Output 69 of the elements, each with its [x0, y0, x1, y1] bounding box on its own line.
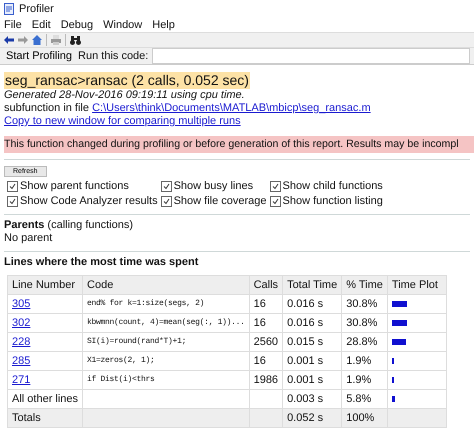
checkbox[interactable] — [7, 181, 18, 192]
checkbox[interactable] — [160, 181, 172, 192]
option-label: Show child functions — [282, 180, 383, 193]
table-cell: Totals — [8, 408, 83, 428]
table-cell: 30.8% — [342, 314, 388, 332]
code-cell: SI(i)=round(rand*T)+1; — [82, 332, 250, 352]
table-cell: 0.001 s — [282, 370, 342, 390]
option-label: Show function listing — [282, 195, 383, 208]
table-cell: 28.8% — [342, 332, 388, 352]
line-number-link[interactable]: 302 — [12, 317, 30, 329]
back-arrow-icon[interactable] — [4, 36, 14, 44]
table-cell: 0.016 s — [282, 294, 342, 314]
window-title: Profiler — [19, 3, 54, 15]
column-header: Time Plot — [387, 276, 446, 294]
code-cell: end% for k=1:size(segs, 2) — [82, 294, 250, 314]
line-number-link[interactable]: 305 — [12, 298, 30, 310]
line-number-link[interactable]: 228 — [12, 336, 30, 348]
generated-text: Generated 28-Nov-2016 09:19:11 using cpu time. — [4, 89, 246, 102]
section-title: Lines where the most time was spent — [4, 256, 200, 269]
subfunction-text: subfunction in file — [4, 102, 89, 114]
table-cell: 1.9% — [342, 352, 388, 370]
checkbox[interactable] — [270, 181, 281, 192]
checkbox[interactable] — [7, 196, 18, 207]
option-label: Show busy lines — [174, 180, 254, 193]
code-cell: if Dist(i)<thrs — [82, 370, 250, 390]
binoculars-icon[interactable] — [70, 36, 81, 44]
table-cell: 16 — [249, 314, 283, 332]
line-number-link[interactable]: 285 — [12, 355, 30, 367]
column-header: Total Time — [282, 276, 342, 294]
column-header: Code — [82, 276, 250, 294]
parents-subtitle: (calling functions) — [47, 219, 134, 231]
menu-item[interactable]: Help — [152, 19, 175, 31]
line-number-link[interactable]: 271 — [12, 374, 30, 386]
table-cell: 0.015 s — [282, 332, 342, 352]
column-header: % Time — [342, 276, 388, 294]
start-profiling-button[interactable]: Start Profiling — [4, 50, 74, 62]
menu-item[interactable]: Edit — [32, 19, 51, 31]
code-cell: X1=zeros(2, 1); — [82, 352, 250, 370]
table-cell: 0.052 s — [282, 408, 342, 428]
table-cell: 100% — [342, 408, 388, 428]
table-cell: 2560 — [249, 332, 283, 352]
table-cell: 1.9% — [342, 370, 388, 390]
report-heading: seg_ransac>ransac (2 calls, 0.052 sec) — [4, 72, 250, 89]
menu-item[interactable]: File — [4, 19, 22, 31]
table-cell: 16 — [249, 352, 283, 370]
option-label: Show file coverage — [174, 195, 267, 208]
parents-title: Parents — [4, 219, 44, 231]
checkbox[interactable] — [270, 196, 281, 207]
checkbox[interactable] — [160, 196, 172, 207]
home-icon[interactable] — [32, 35, 42, 45]
table-cell: 16 — [249, 294, 283, 314]
menu-item[interactable]: Window — [103, 19, 142, 31]
table-cell: 0.001 s — [282, 352, 342, 370]
no-parent-text: No parent — [4, 232, 54, 245]
table-cell: 30.8% — [342, 294, 388, 314]
column-header: Calls — [249, 276, 283, 294]
copy-link[interactable]: Copy to new window for comparing multiple runs — [4, 115, 241, 127]
table-cell: 1986 — [249, 370, 283, 390]
table-cell: 0.016 s — [282, 314, 342, 332]
run-code-label: Run this code: — [78, 50, 148, 62]
option-label: Show Code Analyzer results — [20, 195, 158, 208]
column-header: Line Number — [8, 276, 83, 294]
file-link[interactable]: C:\Users\think\Documents\MATLAB\mbicp\seg_ransac.m — [92, 102, 371, 114]
document-icon — [4, 3, 14, 15]
code-cell: kbwmnn(count, 4)=mean(seg(:, 1))... — [82, 314, 250, 332]
warning-banner: This function changed during profiling or before generation of this report. Results may be incompl — [4, 136, 474, 153]
option-label: Show parent functions — [20, 180, 129, 193]
menu-item[interactable]: Debug — [60, 19, 94, 31]
run-code-field[interactable] — [152, 48, 470, 64]
